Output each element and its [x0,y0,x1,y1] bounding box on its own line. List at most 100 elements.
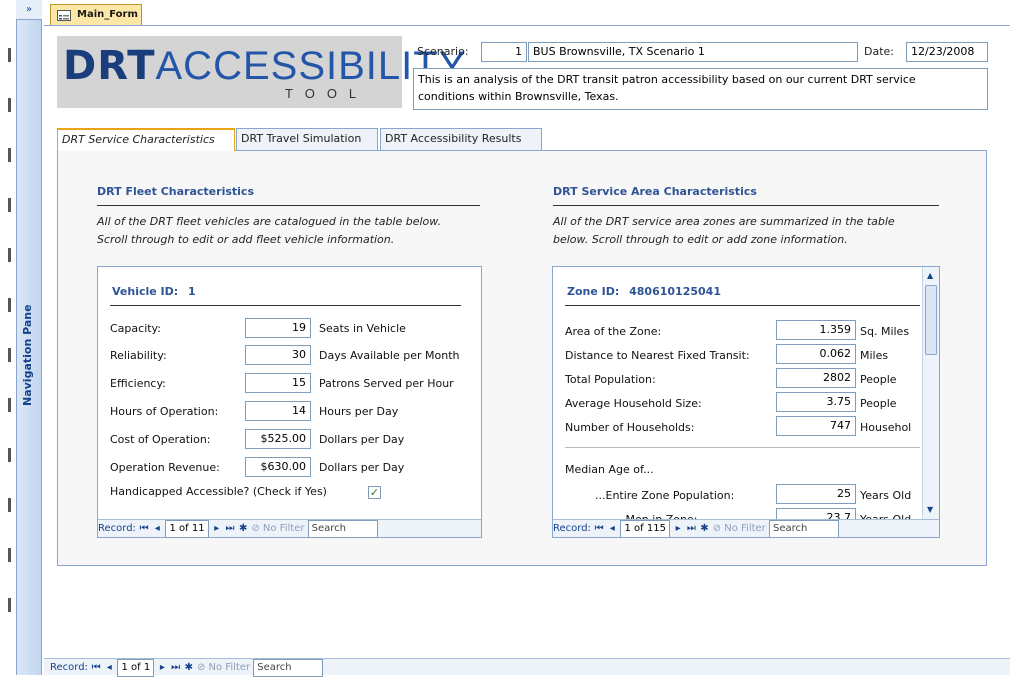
expand-nav-pane-button[interactable]: » [16,0,42,20]
record-label: Record: [553,523,591,534]
current-record-field[interactable]: 1 of 11 [165,520,209,538]
navigation-pane-label[interactable]: Navigation Pane [19,300,39,410]
record-label: Record: [50,662,88,673]
edge-marker [8,348,11,362]
median-age-heading: Median Age of... [565,463,654,476]
new-record-button[interactable]: ✱ [238,521,248,537]
logo-bold-text: DRT [63,43,156,89]
median-age-zone-field[interactable]: 25 [776,484,856,504]
edge-marker [8,448,11,462]
zone-id-label: Zone ID: 480610125041 [567,285,721,298]
zones-description-line: All of the DRT service area zones are su… [553,215,895,228]
previous-record-button[interactable]: ◂ [152,521,162,537]
main-record-navigator: Record: ⏮ ◂ 1 of 1 ▸ ⏭ ✱ ⊘ No Filter Sea… [44,658,1010,677]
population-field[interactable]: 2802 [776,368,856,388]
record-search-input[interactable]: Search [768,520,839,537]
fleet-description: All of the DRT fleet vehicles are catalo… [97,213,441,249]
edge-marker [8,98,11,112]
distance-label: Distance to Nearest Fixed Transit: [565,349,750,362]
tab-drt-accessibility-results[interactable]: DRT Accessibility Results [380,128,542,150]
vehicle-id-value: 1 [188,285,196,298]
reliability-field[interactable]: 30 [245,345,311,365]
date-field[interactable]: 12/23/2008 [906,42,988,62]
no-filter-indicator[interactable]: ⊘ No Filter [251,523,304,534]
first-record-button[interactable]: ⏮ [594,521,604,537]
zone-id-caption: Zone ID: [567,285,620,298]
median-age-zone-label: ...Entire Zone Population: [595,489,735,502]
edge-marker [8,148,11,162]
first-record-button[interactable]: ⏮ [91,660,101,676]
tab-drt-travel-simulation[interactable]: DRT Travel Simulation [236,128,378,150]
reliability-units: Days Available per Month [319,349,460,362]
scroll-down-arrow-icon[interactable]: ▼ [927,505,933,514]
no-filter-label: No Filter [724,523,766,534]
scenario-description-field[interactable]: This is an analysis of the DRT transit p… [413,68,988,110]
handicap-checkbox[interactable]: ✓ [368,486,381,499]
hours-field[interactable]: 14 [245,401,311,421]
reliability-label: Reliability: [110,349,167,362]
area-units: Sq. Miles [860,325,910,338]
no-filter-indicator[interactable]: ⊘ No Filter [197,662,250,673]
zones-subform[interactable]: Zone ID: 480610125041 Area of the Zone: … [552,266,940,538]
efficiency-label: Efficiency: [110,377,166,390]
zone-rule [565,305,920,306]
edge-marker [8,298,11,312]
capacity-units: Seats in Vehicle [319,322,406,335]
navigation-pane[interactable]: » Navigation Pane [0,0,42,675]
record-search-input[interactable]: Search [253,659,324,677]
previous-record-button[interactable]: ◂ [607,521,617,537]
area-label: Area of the Zone: [565,325,662,338]
edge-marker [8,598,11,612]
edge-marker [8,248,11,262]
area-field[interactable]: 1.359 [776,320,856,340]
zones-scrollbar[interactable]: ▲ ▼ [922,267,939,519]
cost-field[interactable]: $525.00 [245,429,311,449]
current-record-field[interactable]: 1 of 1 [117,659,155,677]
population-units: People [860,373,897,386]
next-record-button[interactable]: ▸ [673,521,683,537]
scrollbar-thumb[interactable] [925,285,937,355]
efficiency-units: Patrons Served per Hour [319,377,454,390]
scenario-id-field[interactable]: 1 [481,42,527,62]
edge-marker [8,48,11,62]
fleet-description-line: Scroll through to edit or add fleet vehi… [97,233,395,246]
previous-record-button[interactable]: ◂ [104,660,114,676]
document-tab-main-form[interactable]: Main_Form [50,4,142,26]
fleet-record-navigator: Record: ⏮ ◂ 1 of 11 ▸ ⏭ ✱ ⊘ No Filter Se… [98,519,481,538]
current-record-field[interactable]: 1 of 115 [620,520,670,537]
revenue-label: Operation Revenue: [110,461,220,474]
scroll-up-arrow-icon[interactable]: ▲ [927,271,933,280]
new-record-button[interactable]: ✱ [184,660,194,676]
no-filter-indicator[interactable]: ⊘ No Filter [713,523,766,534]
last-record-button[interactable]: ⏭ [686,521,696,537]
last-record-button[interactable]: ⏭ [171,660,181,676]
tab-drt-service-characteristics[interactable]: DRT Service Characteristics [57,128,235,151]
revenue-field[interactable]: $630.00 [245,457,311,477]
distance-field[interactable]: 0.062 [776,344,856,364]
vehicle-id-label: Vehicle ID: 1 [112,285,196,298]
description-line: This is an analysis of the DRT transit p… [418,73,916,86]
scenario-name-field[interactable]: BUS Brownsville, TX Scenario 1 [528,42,858,62]
last-record-button[interactable]: ⏭ [225,521,235,537]
description-line: conditions within Brownsville, Texas. [418,90,619,103]
next-record-button[interactable]: ▸ [212,521,222,537]
zone-id-value: 480610125041 [629,285,721,298]
capacity-label: Capacity: [110,322,161,335]
record-label: Record: [98,523,136,534]
capacity-field[interactable]: 19 [245,318,311,338]
first-record-button[interactable]: ⏮ [139,521,149,537]
record-search-input[interactable]: Search [307,520,378,538]
fleet-subform[interactable]: Vehicle ID: 1 Capacity: 19 Seats in Vehi… [97,266,482,538]
median-age-zone-units: Years Old [860,489,912,502]
form-icon [57,10,71,21]
household-size-field[interactable]: 3.75 [776,392,856,412]
households-field[interactable]: 747 [776,416,856,436]
efficiency-field[interactable]: 15 [245,373,311,393]
no-filter-label: No Filter [262,523,305,534]
edge-marker [8,398,11,412]
edge-marker [8,548,11,562]
households-units: Househol [860,421,912,434]
new-record-button[interactable]: ✱ [700,521,710,537]
next-record-button[interactable]: ▸ [157,660,167,676]
household-size-label: Average Household Size: [565,397,702,410]
